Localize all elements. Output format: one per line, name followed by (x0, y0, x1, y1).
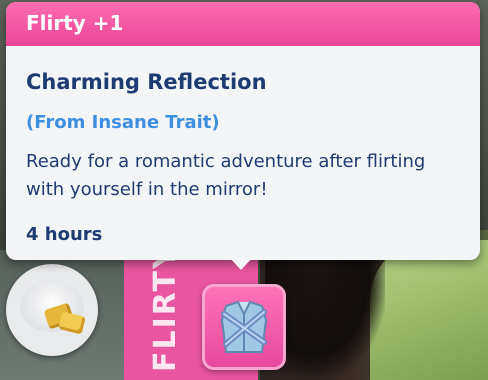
food-piece (58, 311, 86, 335)
inventory-item-plate[interactable] (6, 264, 98, 356)
tooltip-title: Charming Reflection (26, 70, 267, 94)
moodlet-tooltip: Flirty +1 Charming Reflection (From Insa… (6, 2, 480, 260)
plate-food-icon (20, 280, 86, 335)
tooltip-source: (From Insane Trait) (26, 112, 220, 133)
moodlet-charming-reflection[interactable] (202, 284, 286, 370)
tooltip-description: Ready for a romantic adventure after fli… (26, 151, 426, 200)
tooltip-duration: 4 hours (26, 224, 103, 245)
mirror-reflection-icon (220, 300, 268, 353)
tooltip-header-text: Flirty +1 (26, 11, 124, 35)
tooltip-header: Flirty +1 (6, 2, 480, 46)
sim-shirt (370, 240, 488, 380)
emotion-label: FLIRTY (148, 245, 183, 372)
tooltip-pointer (228, 256, 254, 270)
